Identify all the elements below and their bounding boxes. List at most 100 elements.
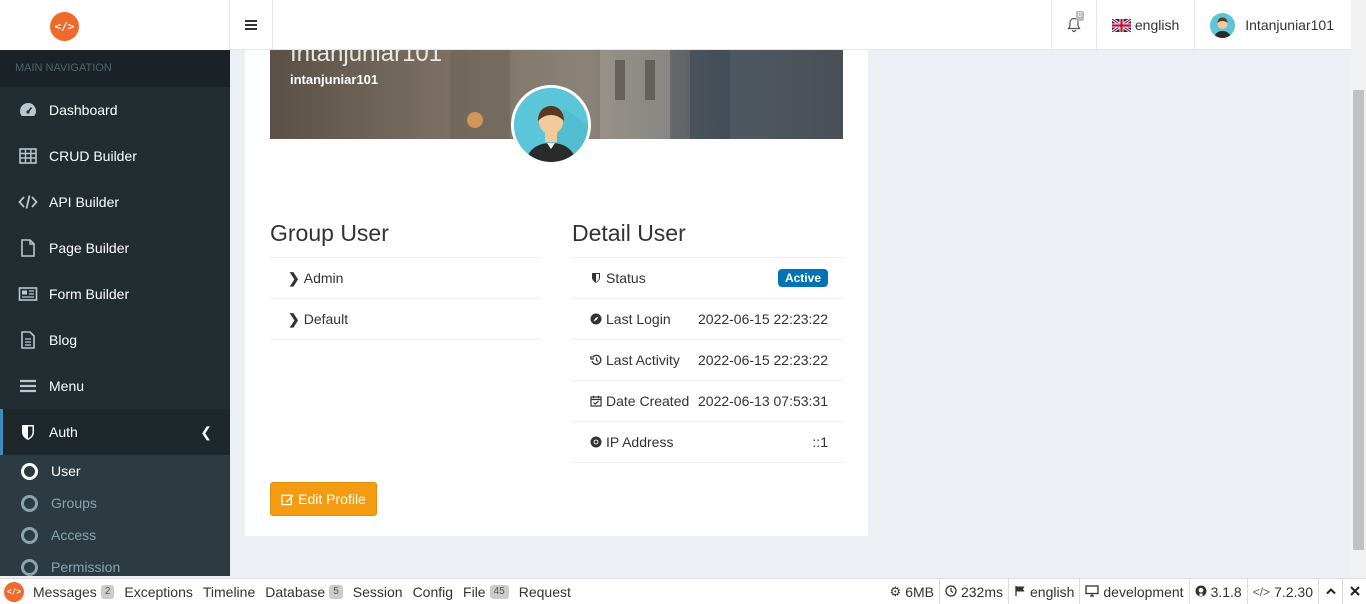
sidebar-item-form-builder[interactable]: Form Builder — [0, 271, 230, 317]
debugbar-maximize-button[interactable] — [1318, 578, 1342, 604]
sidebar-item-api-builder[interactable]: API Builder — [0, 179, 230, 225]
sidebar-section-header: MAIN NAVIGATION — [0, 50, 230, 87]
user-avatar — [1210, 12, 1236, 38]
group-item-default[interactable]: ❯ Default — [270, 299, 540, 340]
debug-tab-messages[interactable]: Messages 2 — [28, 584, 119, 600]
debugbar-close-button[interactable] — [1342, 578, 1366, 604]
profile-username: intanjuniar101 — [290, 72, 379, 87]
circle-icon — [21, 494, 38, 512]
circle-icon — [21, 462, 38, 480]
notifications-button[interactable]: 0 — [1050, 0, 1096, 50]
shield-icon — [590, 272, 602, 284]
sidebar-item-blog[interactable]: Blog — [0, 317, 230, 363]
sidebar-subitem-access[interactable]: Access — [0, 519, 230, 551]
detail-label: Status — [606, 270, 646, 286]
group-name: Default — [303, 311, 349, 327]
sidebar-toggle-button[interactable] — [230, 0, 273, 50]
sidebar-subitem-groups[interactable]: Groups — [0, 487, 230, 519]
sidebar-item-menu[interactable]: Menu — [0, 363, 230, 409]
detail-row-last-activity: Last Activity 2022-06-15 22:23:22 — [572, 340, 843, 381]
bars-icon — [17, 375, 39, 397]
detail-user-list: Status Active Last Login 2022-06-15 22:2… — [572, 257, 843, 463]
sidebar-item-label: CRUD Builder — [49, 148, 137, 164]
dashboard-icon — [17, 99, 39, 121]
debug-tab-file[interactable]: File 45 — [458, 584, 514, 600]
debug-tab-label: Exceptions — [124, 583, 193, 600]
sidebar-subitem-label: User — [51, 463, 81, 479]
notification-count-badge: 0 — [1075, 11, 1084, 21]
flag-icon — [1014, 584, 1026, 600]
status-badge: Active — [777, 269, 828, 287]
sidebar-item-dashboard[interactable]: Dashboard — [0, 87, 230, 133]
detail-label: Date Created — [606, 393, 690, 409]
group-name: Admin — [303, 270, 344, 286]
sidebar-subitem-permission[interactable]: Permission — [0, 551, 230, 576]
locale-stat: english — [1008, 578, 1079, 604]
sidebar-item-label: API Builder — [49, 194, 120, 210]
group-item-admin[interactable]: ❯ Admin — [270, 258, 540, 299]
sidebar-subitem-label: Groups — [51, 495, 97, 511]
sidebar-subitem-label: Permission — [51, 559, 121, 575]
sidebar-subitem-user[interactable]: User — [0, 455, 230, 487]
debug-tab-label: Config — [412, 583, 454, 600]
page-scrollbar[interactable] — [1351, 0, 1366, 578]
debug-tab-label: File — [463, 583, 486, 600]
chevron-right-icon: ❯ — [288, 310, 300, 327]
file-text-icon — [17, 329, 39, 351]
user-menu[interactable]: Intanjuniar101 — [1194, 0, 1351, 50]
circle-icon — [21, 526, 38, 544]
sidebar-item-page-builder[interactable]: Page Builder — [0, 225, 230, 271]
profile-avatar — [511, 85, 591, 165]
shield-icon — [17, 421, 39, 443]
debug-tab-badge: 45 — [489, 584, 509, 599]
app-logo[interactable]: </> — [50, 12, 79, 41]
detail-value: 2022-06-15 22:23:22 — [698, 352, 828, 368]
sidebar-item-label: Form Builder — [49, 286, 130, 302]
detail-value: 2022-06-13 07:53:31 — [698, 393, 828, 409]
code-icon: </> — [1252, 584, 1271, 599]
debug-tab-exceptions[interactable]: Exceptions — [119, 584, 197, 600]
edit-icon — [281, 493, 294, 506]
group-user-list: ❯ Admin ❯ Default — [270, 257, 540, 340]
debug-tab-request[interactable]: Request — [514, 584, 576, 600]
debug-tab-label: Messages — [33, 583, 97, 600]
debug-tab-session[interactable]: Session — [348, 584, 408, 600]
scrollbar-thumb[interactable] — [1353, 90, 1364, 550]
sidebar-item-label: Page Builder — [49, 240, 130, 256]
close-icon — [1349, 584, 1361, 600]
chevron-left-icon: ❮ — [200, 423, 212, 440]
language-dropdown[interactable]: english — [1095, 0, 1194, 50]
file-icon — [17, 237, 39, 259]
detail-label: Last Login — [606, 311, 671, 327]
debug-tab-label: Request — [518, 583, 571, 600]
sidebar-item-label: Menu — [49, 378, 85, 394]
github-icon — [1195, 584, 1207, 600]
chevron-up-icon — [1325, 584, 1337, 600]
chevron-right-icon: ❯ — [288, 269, 300, 286]
detail-value: ::1 — [812, 434, 828, 450]
debug-tab-label: Timeline — [202, 583, 256, 600]
edit-profile-button[interactable]: Edit Profile — [270, 482, 377, 516]
bell-icon: 0 — [1067, 11, 1084, 33]
cogs-icon: ⚙ — [889, 583, 902, 599]
debug-tab-label: Database — [265, 583, 326, 600]
detail-row-status: Status Active — [572, 258, 843, 299]
environment-stat: development — [1079, 578, 1188, 604]
version-stat: 3.1.8 — [1188, 578, 1247, 604]
compass-icon — [590, 313, 602, 325]
sidebar-item-auth[interactable]: Auth ❮ — [0, 409, 230, 455]
detail-user-title: Detail User — [572, 220, 686, 246]
sidebar-subitem-label: Access — [51, 527, 97, 543]
debugbar-stats: ⚙ 6MB 232ms english development 3.1.8 </… — [885, 578, 1366, 604]
debug-tab-config[interactable]: Config — [408, 584, 458, 600]
code-icon — [17, 191, 39, 213]
logo-area[interactable]: </> — [0, 0, 230, 50]
php-version-stat: </> 7.2.30 — [1246, 578, 1318, 604]
detail-label: Last Activity — [606, 352, 680, 368]
sidebar-item-crud-builder[interactable]: CRUD Builder — [0, 133, 230, 179]
debug-tab-timeline[interactable]: Timeline — [198, 584, 260, 600]
detail-row-date-created: Date Created 2022-06-13 07:53:31 — [572, 381, 843, 422]
debug-tab-badge: 2 — [100, 584, 115, 599]
debug-tab-database[interactable]: Database 5 — [260, 584, 348, 600]
debugbar-logo[interactable]: </> — [0, 579, 28, 604]
